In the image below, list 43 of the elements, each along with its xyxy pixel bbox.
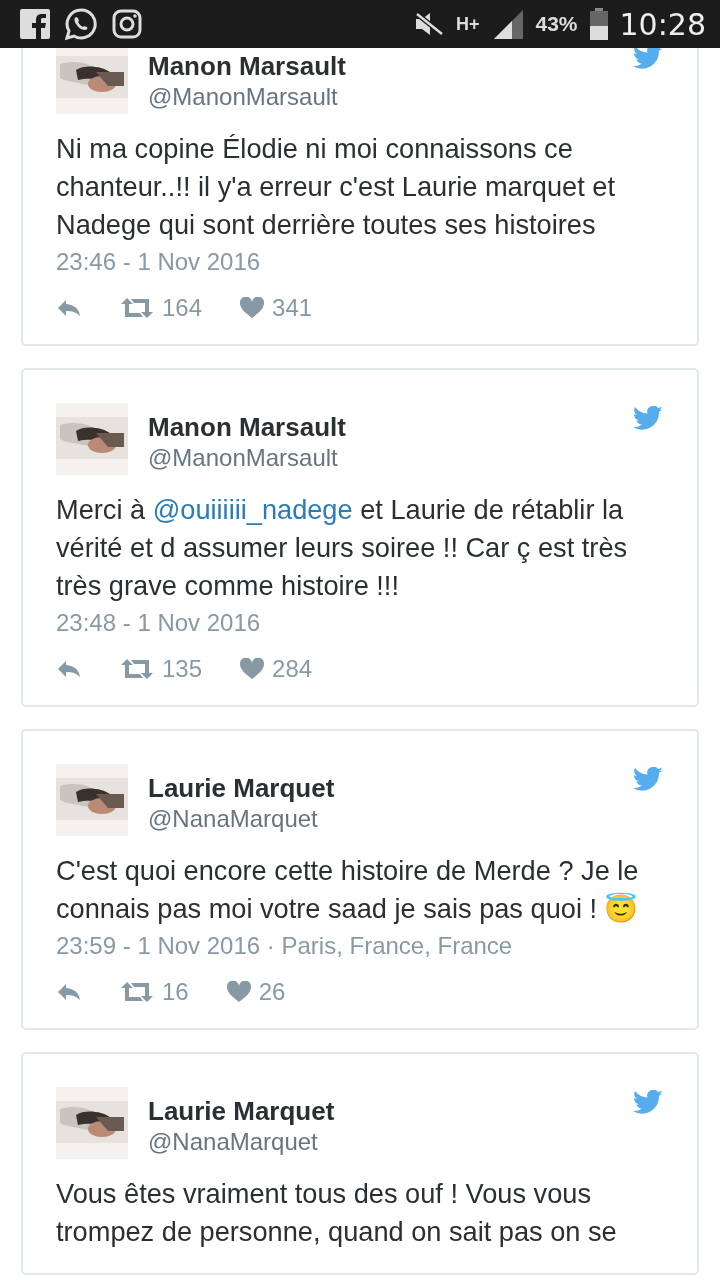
bird-icon: [633, 1090, 663, 1116]
battery-percent: 43%: [535, 12, 578, 36]
mute-icon: [414, 11, 444, 37]
tweet-text: C'est quoi encore cette histoire de Merde ? Je le connais pas moi votre saad je sais pas quoi ! 😇: [56, 854, 640, 926]
retweet-icon[interactable]: [120, 981, 154, 1003]
tweet-text: Ni ma copine Élodie ni moi connaissons ce chanteur..!! il y'a erreur c'est Laurie marquet et Nadege qui sont derrière toutes ses histoires: [56, 132, 616, 242]
like-count: 284: [272, 655, 313, 683]
like-count: 26: [258, 978, 286, 1006]
author-handle[interactable]: @ManonMarsault: [148, 443, 346, 473]
heart-icon[interactable]: [240, 658, 265, 680]
bird-icon: [633, 45, 663, 71]
tweet-date: 23:46 - 1 Nov 2016: [56, 247, 262, 277]
heart-icon[interactable]: [226, 981, 251, 1003]
author-name[interactable]: Manon Marsault: [148, 50, 346, 82]
author-handle[interactable]: @NanaMarquet: [148, 804, 335, 834]
author-name[interactable]: Manon Marsault: [148, 411, 346, 443]
instagram-icon: [112, 9, 142, 39]
clock: 10:28: [619, 6, 706, 42]
tweet-date: 23:48 - 1 Nov 2016: [56, 608, 262, 638]
retweet-count: 135: [162, 655, 203, 683]
tweet-text: Merci à @ouiiiiii_nadege et Laurie de rétablir la vérité et d assumer leurs soiree !! Car ç est très très grave comme histoire !!!: [56, 493, 629, 603]
reply-icon[interactable]: [56, 298, 82, 318]
facebook-icon: [20, 9, 50, 39]
network-type: H+: [456, 13, 480, 35]
reply-icon[interactable]: [56, 982, 82, 1002]
retweet-icon[interactable]: [120, 658, 154, 680]
battery-icon: [589, 8, 608, 40]
bird-icon: [633, 406, 663, 432]
whatsapp-icon: [64, 7, 98, 41]
retweet-icon[interactable]: [120, 297, 154, 319]
reply-icon[interactable]: [56, 659, 82, 679]
author-name[interactable]: Laurie Marquet: [148, 1095, 335, 1127]
bird-icon: [633, 767, 663, 793]
heart-icon[interactable]: [240, 297, 265, 319]
author-handle[interactable]: @ManonMarsault: [148, 82, 346, 112]
mention-link[interactable]: @ouiiiiii_nadege: [152, 494, 353, 525]
tweet-text: Vous êtes vraiment tous des ouf ! Vous vous trompez de personne, quand on sait pas on se: [56, 1177, 618, 1249]
retweet-count: 164: [162, 294, 203, 322]
tweet-date: 23:59 - 1 Nov 2016 · Paris, France, France: [56, 931, 514, 961]
author-handle[interactable]: @NanaMarquet: [148, 1127, 335, 1157]
retweet-count: 16: [162, 978, 189, 1006]
like-count: 341: [272, 294, 313, 322]
author-name[interactable]: Laurie Marquet: [148, 772, 335, 804]
